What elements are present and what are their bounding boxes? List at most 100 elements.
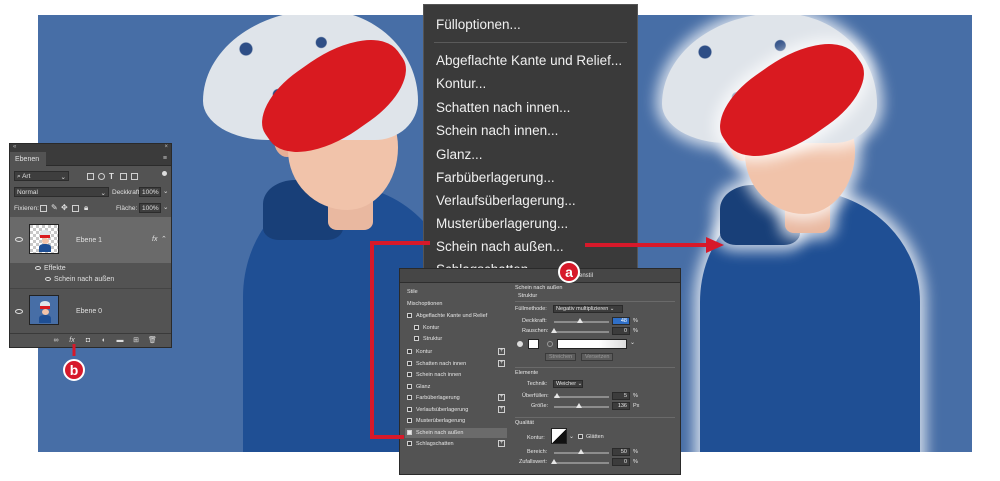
style-checkbox[interactable]: [414, 324, 419, 330]
delete-layer-icon[interactable]: 🗑︎: [148, 337, 157, 345]
noise-slider[interactable]: [551, 328, 609, 333]
style-checkbox[interactable]: [407, 429, 412, 435]
layer-row-ebene-1[interactable]: Ebene 1 fx ⌃: [10, 217, 171, 263]
menu-item-bevel-emboss[interactable]: Abgeflachte Kante und Relief...: [436, 53, 622, 68]
menu-item-satin[interactable]: Glanz...: [436, 147, 483, 162]
panel-menu-icon[interactable]: ≡: [163, 155, 167, 162]
visibility-eye-icon[interactable]: [35, 266, 41, 270]
contour-preview[interactable]: [551, 428, 567, 444]
gradient-radio[interactable]: [547, 341, 553, 347]
style-list-item[interactable]: Farbüberlagerung +: [405, 393, 507, 403]
style-list-item[interactable]: Verlaufsüberlagerung +: [405, 405, 507, 415]
opacity-value-field[interactable]: 48: [612, 317, 630, 325]
filter-adjustment-icon[interactable]: [98, 173, 105, 180]
lock-artboard-icon[interactable]: [72, 205, 79, 212]
chevron-down-icon[interactable]: ⌄: [569, 433, 574, 440]
adjustment-layer-icon[interactable]: ◐: [100, 337, 108, 345]
lock-transparent-icon[interactable]: [40, 205, 47, 212]
style-checkbox[interactable]: [407, 395, 412, 400]
chevron-down-icon[interactable]: ⌄: [630, 339, 635, 346]
style-list-item[interactable]: Glanz: [405, 382, 507, 392]
opacity-field[interactable]: 100%: [139, 187, 161, 197]
filter-type-icon[interactable]: T: [109, 172, 114, 181]
add-style-icon[interactable]: +: [498, 440, 505, 447]
filter-toggle-icon[interactable]: [162, 171, 167, 176]
style-checkbox[interactable]: [407, 349, 412, 354]
effects-row[interactable]: Effekte: [10, 264, 171, 274]
style-list-item[interactable]: Musterüberlagerung: [405, 416, 507, 426]
lock-all-icon[interactable]: 🔒︎: [84, 203, 88, 213]
range-slider[interactable]: [554, 449, 609, 454]
noise-value-field[interactable]: 0: [612, 327, 630, 335]
spread-slider[interactable]: [554, 393, 609, 398]
add-style-icon[interactable]: +: [498, 394, 505, 401]
menu-item-pattern-overlay[interactable]: Musterüberlagerung...: [436, 216, 568, 231]
menu-item-stroke[interactable]: Kontur...: [436, 76, 486, 91]
menu-item-inner-shadow[interactable]: Schatten nach innen...: [436, 100, 570, 115]
chevron-down-icon[interactable]: ⌄: [163, 187, 168, 195]
filter-smartobject-icon[interactable]: [131, 173, 138, 180]
blend-options-item[interactable]: Mischoptionen: [405, 299, 507, 309]
slider-knob[interactable]: [551, 459, 557, 464]
visibility-eye-icon[interactable]: [45, 277, 51, 281]
visibility-eye-icon[interactable]: [15, 237, 23, 242]
filter-shape-icon[interactable]: [120, 173, 127, 180]
slider-knob[interactable]: [576, 403, 582, 408]
add-style-icon[interactable]: +: [498, 348, 505, 355]
slider-knob[interactable]: [578, 449, 584, 454]
fill-field[interactable]: 100%: [139, 203, 161, 213]
add-mask-icon[interactable]: ◘: [84, 337, 92, 345]
size-slider[interactable]: [554, 403, 609, 408]
style-list-item[interactable]: Struktur: [405, 334, 507, 344]
slider-knob[interactable]: [577, 318, 583, 323]
spread-value-field[interactable]: 5: [612, 392, 630, 400]
menu-item-fill-options[interactable]: Fülloptionen...: [436, 17, 521, 32]
new-group-icon[interactable]: ▬: [116, 337, 124, 345]
style-checkbox[interactable]: [407, 418, 412, 423]
lock-position-icon[interactable]: ✥: [61, 203, 68, 212]
size-value-field[interactable]: 136: [612, 402, 630, 410]
jitter-value-field[interactable]: 0: [612, 458, 630, 466]
style-checkbox[interactable]: [407, 441, 412, 446]
style-list-item[interactable]: Kontur +: [405, 347, 507, 357]
style-checkbox[interactable]: [407, 313, 412, 318]
style-list-item[interactable]: Schein nach außen: [405, 427, 507, 438]
style-list-item[interactable]: Schein nach innen: [405, 370, 507, 380]
layer-name[interactable]: Ebene 0: [76, 308, 102, 315]
layer-row-ebene-0[interactable]: Ebene 0: [10, 288, 171, 332]
menu-item-color-overlay[interactable]: Farbüberlagerung...: [436, 170, 555, 185]
style-list-item[interactable]: Schatten nach innen +: [405, 359, 507, 369]
add-style-icon[interactable]: +: [498, 359, 505, 367]
add-style-icon[interactable]: +: [498, 405, 505, 413]
fx-badge-icon[interactable]: fx: [152, 236, 157, 243]
tab-layers[interactable]: Ebenen: [10, 152, 46, 166]
close-icon[interactable]: ×: [164, 144, 168, 150]
opacity-slider[interactable]: [554, 318, 609, 323]
fx-button[interactable]: fx: [68, 337, 76, 345]
styles-header[interactable]: Stile: [405, 287, 507, 297]
effect-item-row[interactable]: Schein nach außen: [10, 275, 171, 285]
filter-kind-select[interactable]: ⌕ Art ⌄: [14, 171, 69, 181]
style-checkbox[interactable]: [407, 406, 412, 412]
chevron-up-icon[interactable]: ⌃: [161, 235, 167, 243]
new-layer-icon[interactable]: ⊞: [132, 337, 140, 345]
lock-pixels-icon[interactable]: ✎: [51, 203, 58, 212]
gradient-swatch[interactable]: [557, 339, 627, 349]
color-swatch[interactable]: [528, 339, 539, 349]
blend-mode-select[interactable]: Normal ⌄: [14, 187, 109, 197]
jitter-slider[interactable]: [551, 459, 609, 464]
range-value-field[interactable]: 50: [612, 448, 630, 456]
style-list-item[interactable]: Kontur: [405, 323, 507, 333]
technique-select[interactable]: Weicher ⌄: [553, 380, 583, 388]
style-list-item[interactable]: Abgeflachte Kante und Relief: [405, 311, 507, 321]
style-list-item[interactable]: Schlagschatten +: [405, 439, 507, 449]
style-checkbox[interactable]: [407, 383, 412, 389]
visibility-eye-icon[interactable]: [15, 309, 23, 314]
color-radio[interactable]: [517, 341, 523, 347]
chevron-down-icon[interactable]: ⌄: [163, 203, 168, 211]
layer-name[interactable]: Ebene 1: [76, 237, 102, 244]
style-checkbox[interactable]: [407, 372, 412, 377]
collapse-icon[interactable]: «: [13, 144, 16, 150]
filter-pixel-icon[interactable]: [87, 173, 94, 180]
menu-item-gradient-overlay[interactable]: Verlaufsüberlagerung...: [436, 193, 576, 208]
